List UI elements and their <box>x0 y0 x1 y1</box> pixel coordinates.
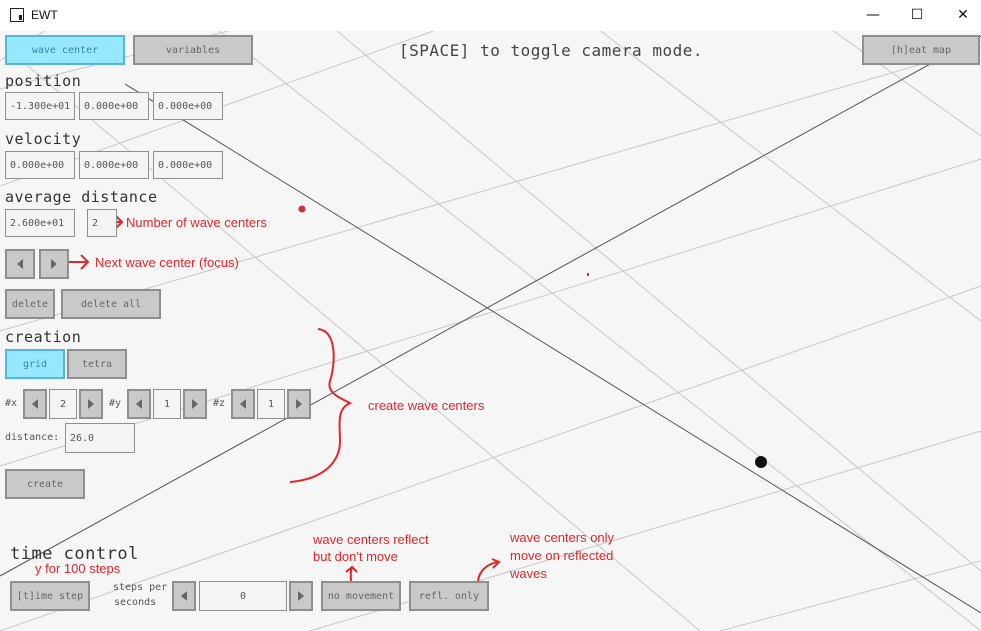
average-distance-label: average distance <box>5 188 158 206</box>
next-wave-center-button[interactable] <box>39 249 69 279</box>
wave-center-count-field[interactable]: 2 <box>87 209 117 237</box>
camera-mode-hint: [SPACE] to toggle camera mode. <box>399 41 703 60</box>
position-z-field[interactable]: 0.000e+00 <box>153 92 223 120</box>
chevron-right-icon <box>88 399 94 409</box>
steps-per-label: steps per <box>113 582 168 593</box>
velocity-x-field[interactable]: 0.000e+00 <box>5 151 75 179</box>
chevron-right-icon <box>51 259 57 269</box>
heat-map-button[interactable]: [h]eat map <box>862 35 980 65</box>
chevron-right-icon <box>296 399 302 409</box>
annotation-only-line-2: move on reflected <box>510 548 614 563</box>
tab-variables[interactable]: variables <box>133 35 253 65</box>
z-decrement-button[interactable] <box>231 389 255 419</box>
average-distance-field[interactable]: 2.600e+01 <box>5 209 75 237</box>
window-titlebar: EWT — ☐ ✕ <box>0 0 981 32</box>
annotation-reflect-line-1: wave centers reflect <box>313 532 429 547</box>
annotation-only-line-1: wave centers only <box>510 530 615 545</box>
delete-button[interactable]: delete <box>5 289 55 319</box>
distance-label: distance: <box>5 432 60 443</box>
position-y-field[interactable]: 0.000e+00 <box>79 92 149 120</box>
chevron-left-icon <box>240 399 246 409</box>
time-step-button[interactable]: [t]ime step <box>10 581 90 611</box>
chevron-right-icon <box>192 399 198 409</box>
chevron-left-icon <box>136 399 142 409</box>
chevron-left-icon <box>181 591 187 601</box>
maximize-button[interactable]: ☐ <box>894 0 940 31</box>
velocity-z-field[interactable]: 0.000e+00 <box>153 151 223 179</box>
app-icon <box>10 8 24 22</box>
position-x-field[interactable]: -1.300e+01 <box>5 92 75 120</box>
y-count-field[interactable]: 1 <box>153 389 181 419</box>
annotation-number-of-wave-centers: Number of wave centers <box>126 215 267 230</box>
velocity-label: velocity <box>5 130 82 148</box>
close-button[interactable]: ✕ <box>940 0 981 31</box>
creation-label: creation <box>5 328 82 346</box>
steps-decrement-button[interactable] <box>172 581 196 611</box>
steps-per-second-field[interactable]: 0 <box>199 581 287 611</box>
annotation-next-wave-center: Next wave center (focus) <box>95 255 239 270</box>
tetra-mode-button[interactable]: tetra <box>67 349 127 379</box>
distance-field[interactable]: 26.0 <box>65 423 135 453</box>
scene-grid <box>0 31 981 631</box>
minimize-button[interactable]: — <box>850 0 896 31</box>
z-count-label: #z <box>213 398 226 409</box>
annotation-reflect-line-2: but don't move <box>313 549 398 564</box>
x-count-label: #x <box>5 398 18 409</box>
y-count-label: #y <box>109 398 122 409</box>
steps-increment-button[interactable] <box>289 581 313 611</box>
no-movement-button[interactable]: no movement <box>321 581 401 611</box>
y-decrement-button[interactable] <box>127 389 151 419</box>
annotation-create-wave-centers: create wave centers <box>368 398 485 413</box>
previous-wave-center-button[interactable] <box>5 249 35 279</box>
chevron-left-icon <box>32 399 38 409</box>
grid-mode-button[interactable]: grid <box>5 349 65 379</box>
create-button[interactable]: create <box>5 469 85 499</box>
scene-canvas[interactable] <box>0 31 981 631</box>
x-decrement-button[interactable] <box>23 389 47 419</box>
x-increment-button[interactable] <box>79 389 103 419</box>
velocity-y-field[interactable]: 0.000e+00 <box>79 151 149 179</box>
chevron-right-icon <box>298 591 304 601</box>
tab-wave-center[interactable]: wave center <box>5 35 125 65</box>
annotation-only-line-3: waves <box>510 566 547 581</box>
chevron-left-icon <box>17 259 23 269</box>
x-count-field[interactable]: 2 <box>49 389 77 419</box>
z-increment-button[interactable] <box>287 389 311 419</box>
delete-all-button[interactable]: delete all <box>61 289 161 319</box>
z-count-field[interactable]: 1 <box>257 389 285 419</box>
position-label: position <box>5 72 82 90</box>
annotation-y-for-100-steps: y for 100 steps <box>35 561 121 576</box>
reflection-only-button[interactable]: refl. only <box>409 581 489 611</box>
seconds-label: seconds <box>114 597 157 608</box>
y-increment-button[interactable] <box>183 389 207 419</box>
window-title: EWT <box>31 8 58 22</box>
